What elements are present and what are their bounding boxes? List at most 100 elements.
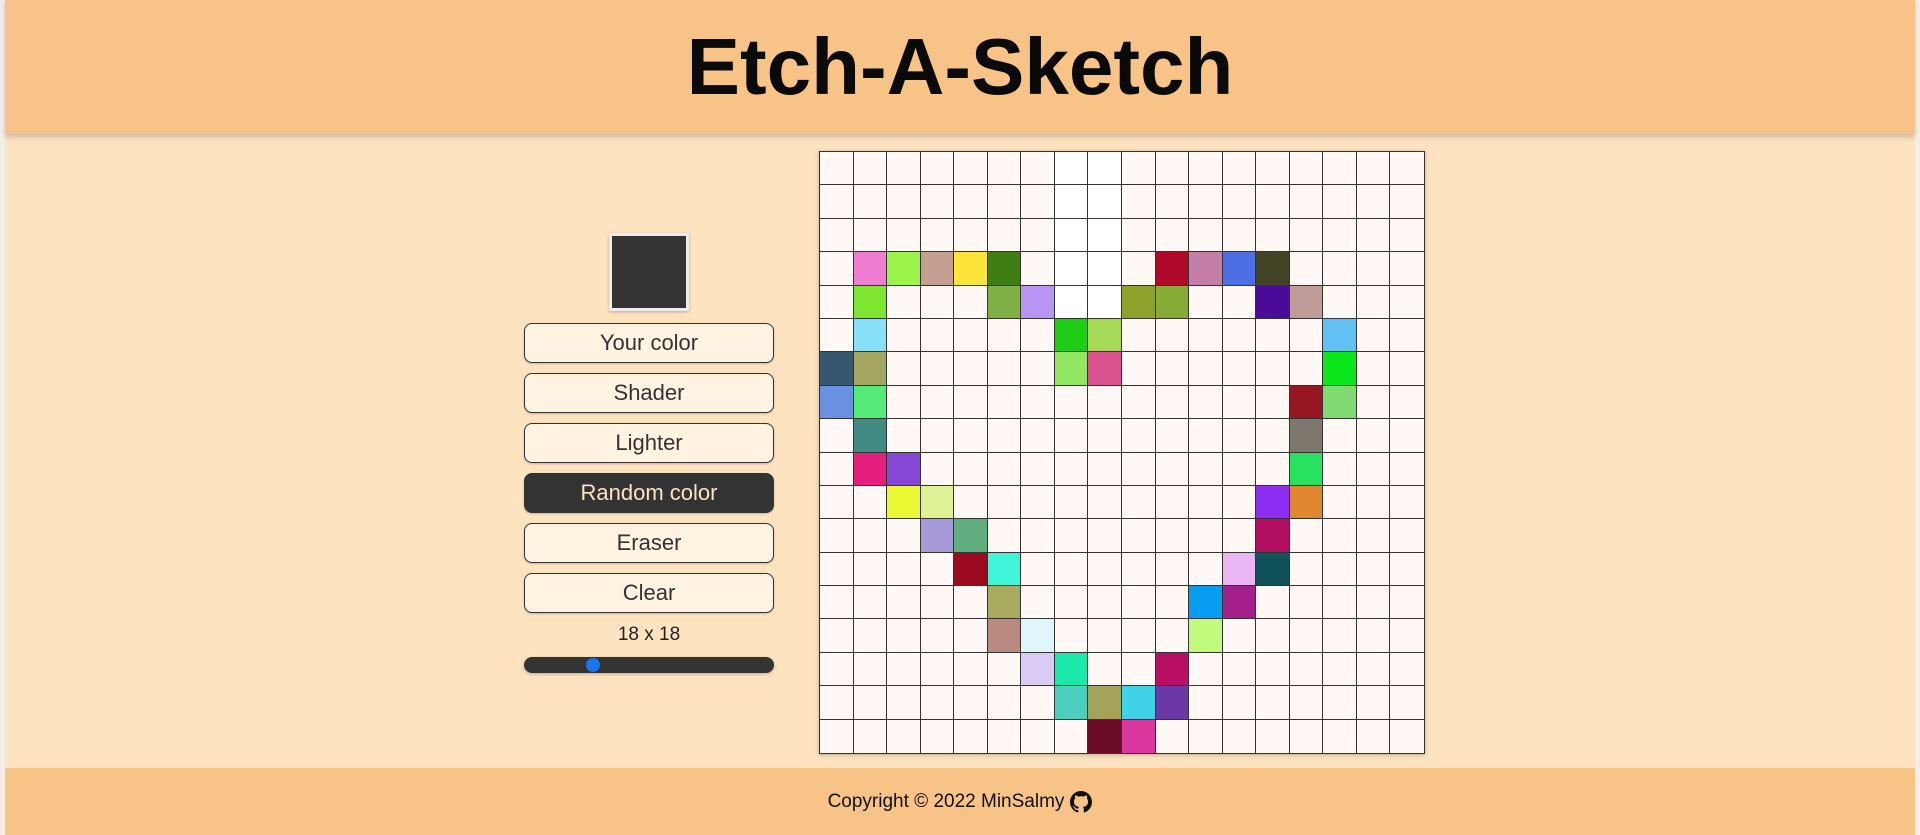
grid-cell[interactable] [1054,452,1089,486]
grid-cell[interactable] [1256,252,1290,286]
grid-cell[interactable] [1189,185,1223,219]
grid-cell[interactable] [987,218,1022,253]
grid-cell[interactable] [1021,352,1055,386]
grid-cell[interactable] [1356,586,1391,620]
grid-cell[interactable] [820,686,854,720]
grid-cell[interactable] [954,552,988,587]
grid-cell[interactable] [1021,719,1055,753]
grid-cell[interactable] [1155,218,1190,253]
grid-cell[interactable] [1222,552,1257,587]
grid-cell[interactable] [1021,218,1055,253]
github-icon[interactable] [1070,790,1093,813]
grid-cell[interactable] [1222,686,1257,720]
grid-cell[interactable] [1122,619,1156,653]
grid-cell[interactable] [1256,619,1290,653]
grid-cell[interactable] [1356,552,1391,587]
grid-cell[interactable] [1390,553,1424,587]
grid-cell[interactable] [987,519,1022,553]
grid-cell[interactable] [1323,218,1357,253]
grid-cell[interactable] [954,185,988,219]
grid-cell[interactable] [1323,719,1357,753]
grid-cell[interactable] [1356,252,1391,286]
grid-cell[interactable] [1088,152,1122,186]
slider-thumb[interactable] [586,658,600,672]
grid-cell[interactable] [1323,252,1357,286]
grid-cell[interactable] [1390,252,1424,286]
grid-cell[interactable] [1021,619,1055,653]
grid-cell[interactable] [820,452,854,486]
grid-cell[interactable] [1021,185,1055,219]
grid-cell[interactable] [1088,419,1122,453]
grid-cell[interactable] [1256,185,1290,219]
grid-cell[interactable] [1356,619,1391,653]
grid-cell[interactable] [921,719,955,753]
grid-cell[interactable] [1155,619,1190,653]
grid-cell[interactable] [1021,385,1055,420]
grid-cell[interactable] [1155,185,1190,219]
grid-cell[interactable] [1054,152,1089,186]
grid-cell[interactable] [1256,318,1290,353]
grid-cell[interactable] [1289,252,1324,286]
grid-cell[interactable] [1088,185,1122,219]
grid-cell[interactable] [820,152,854,186]
grid-cell[interactable] [1290,719,1324,753]
grid-cell[interactable] [820,419,854,453]
grid-cell[interactable] [1054,318,1089,353]
grid-cell[interactable] [987,586,1022,620]
grid-cell[interactable] [853,619,888,653]
grid-cell[interactable] [1356,318,1391,353]
grid-cell[interactable] [853,419,888,453]
grid-cell[interactable] [1122,252,1156,286]
grid-cell[interactable] [1222,619,1257,653]
grid-cell[interactable] [1256,652,1290,687]
grid-cell[interactable] [1088,318,1122,353]
grid-cell[interactable] [853,152,888,186]
grid-cell[interactable] [1054,385,1089,420]
grid-cell[interactable] [954,352,988,386]
grid-size-slider[interactable] [524,657,774,673]
grid-cell[interactable] [820,285,854,319]
grid-cell[interactable] [1122,385,1156,420]
grid-cell[interactable] [1390,519,1424,553]
grid-cell[interactable] [1189,686,1223,720]
grid-cell[interactable] [987,285,1022,319]
grid-cell[interactable] [1390,653,1424,687]
grid-cell[interactable] [1222,452,1257,486]
grid-cell[interactable] [820,652,854,687]
grid-cell[interactable] [1122,452,1156,486]
grid-cell[interactable] [920,652,955,687]
grid-cell[interactable] [1289,185,1324,219]
grid-cell[interactable] [920,552,955,587]
grid-cell[interactable] [920,686,955,720]
grid-cell[interactable] [820,485,854,520]
grid-cell[interactable] [887,285,921,319]
grid-cell[interactable] [987,185,1022,219]
grid-cell[interactable] [820,619,854,653]
grid-cell[interactable] [1222,285,1257,319]
grid-cell[interactable] [853,586,888,620]
grid-cell[interactable] [853,385,888,420]
grid-cell[interactable] [1357,719,1391,753]
grid-cell[interactable] [1356,686,1391,720]
grid-cell[interactable] [1222,252,1257,286]
grid-cell[interactable] [987,485,1022,520]
grid-cell[interactable] [1289,586,1324,620]
grid-cell[interactable] [954,152,988,186]
grid-cell[interactable] [887,485,921,520]
grid-cell[interactable] [1323,652,1357,687]
grid-cell[interactable] [1222,485,1257,520]
grid-cell[interactable] [1055,719,1089,753]
grid-cell[interactable] [1122,485,1156,520]
grid-cell[interactable] [1054,285,1089,319]
grid-cell[interactable] [920,318,955,353]
grid-cell[interactable] [1390,319,1424,353]
grid-cell[interactable] [887,218,921,253]
grid-cell[interactable] [1222,352,1257,386]
grid-cell[interactable] [1323,385,1357,420]
grid-cell[interactable] [987,252,1022,286]
grid-cell[interactable] [1021,686,1055,720]
grid-cell[interactable] [1390,219,1424,253]
grid-cell[interactable] [1021,285,1055,319]
grid-cell[interactable] [820,252,854,286]
color-picker-swatch[interactable] [609,233,689,311]
